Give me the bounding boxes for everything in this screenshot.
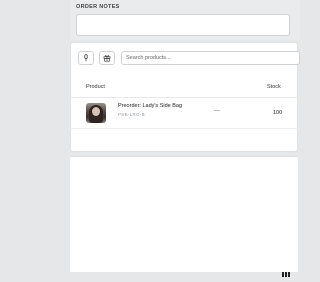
gift-button[interactable]	[99, 51, 115, 65]
product-search-input[interactable]	[121, 51, 300, 65]
column-header-stock: Stock	[267, 84, 281, 90]
product-stock: 100	[273, 110, 283, 116]
product-sku: PSB-LRG-B	[118, 112, 145, 117]
gift-icon	[103, 55, 111, 62]
left-sidebar-area	[0, 0, 70, 271]
microphone-icon	[84, 54, 88, 62]
empty-value: ---	[214, 108, 220, 114]
resize-handle-icon[interactable]	[282, 264, 294, 277]
product-name[interactable]: Preorder: Lady's Side Bag	[118, 103, 182, 109]
column-header-product: Product	[86, 84, 105, 90]
lower-panel	[70, 156, 298, 272]
product-thumbnail	[86, 103, 106, 123]
row-divider	[70, 128, 298, 129]
order-notes-label: ORDER NOTES	[76, 4, 120, 10]
microphone-button[interactable]	[78, 51, 94, 65]
order-notes-field[interactable]	[76, 14, 290, 36]
